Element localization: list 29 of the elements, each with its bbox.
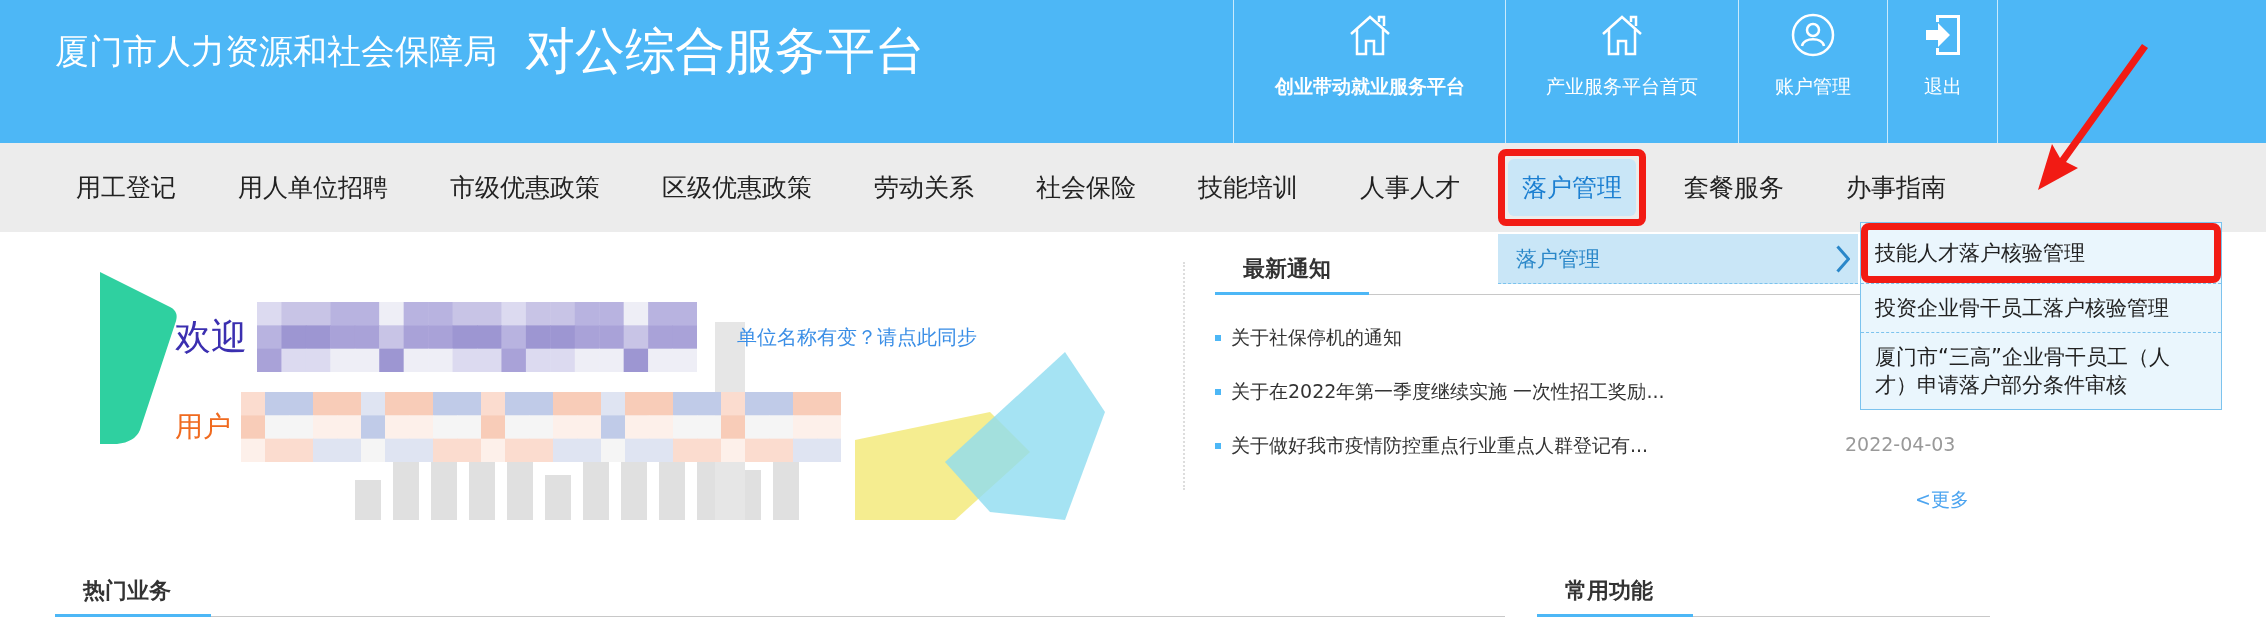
- section-title: 常用功能: [1537, 576, 1693, 617]
- user-label: 用户: [175, 409, 231, 445]
- nav-item[interactable]: 技能培训: [1184, 159, 1312, 216]
- notice-date: 2022-04-03: [1845, 432, 1957, 457]
- nav-item[interactable]: 区级优惠政策: [648, 159, 826, 216]
- section-title: 最新通知: [1215, 254, 1369, 295]
- notice-link[interactable]: 关于做好我市疫情防控重点行业重点人群登记有...: [1215, 432, 1845, 459]
- user-icon: [1790, 12, 1836, 58]
- notice-link[interactable]: 关于社保停机的通知: [1215, 324, 1845, 351]
- platform-title: 对公综合服务平台: [525, 21, 925, 82]
- bullet-icon: [1215, 334, 1221, 341]
- nav-item[interactable]: 人事人才: [1346, 159, 1474, 216]
- section-title: 热门业务: [55, 576, 211, 617]
- submenu-item[interactable]: 厦门市“三高”企业骨干员工（人才）申请落户部分条件审核: [1861, 333, 2221, 409]
- notice-link[interactable]: 关于在2022年第一季度继续实施 一次性招工奖励...: [1215, 378, 1845, 405]
- org-title: 厦门市人力资源和社会保障局: [55, 29, 497, 73]
- submenu-item[interactable]: 投资企业骨干员工落户核验管理: [1861, 284, 2221, 333]
- nav-item[interactable]: 用人单位招聘: [224, 159, 402, 216]
- nav-item[interactable]: 社会保险: [1022, 159, 1150, 216]
- bullet-icon: [1215, 442, 1221, 449]
- nav-item[interactable]: 套餐服务: [1670, 159, 1798, 216]
- bullet-icon: [1215, 388, 1221, 395]
- nav-item[interactable]: 市级优惠政策: [436, 159, 614, 216]
- nav-item[interactable]: 用工登记: [62, 159, 190, 216]
- chevron-right-icon: [1836, 244, 1850, 273]
- nav-item[interactable]: 劳动关系: [860, 159, 988, 216]
- nav-item[interactable]: 办事指南: [1832, 159, 1960, 216]
- welcome-greeting: 欢迎: [175, 314, 247, 359]
- submenu-item[interactable]: 技能人才落户核验管理: [1861, 223, 2221, 284]
